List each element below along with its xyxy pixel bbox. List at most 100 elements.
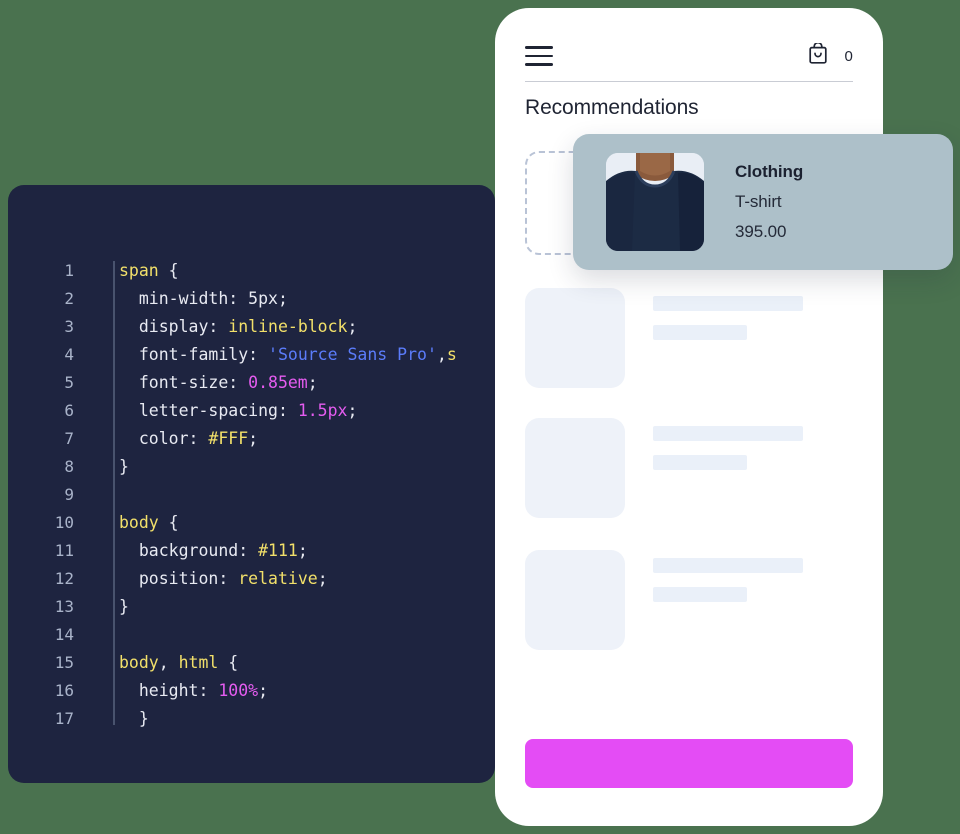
skeleton-line-primary [653,296,803,311]
code-token: 'Source Sans Pro' [268,345,437,364]
skeleton-line-primary [653,426,803,441]
skeleton-thumbnail [525,550,625,650]
code-line-text[interactable]: } [86,593,495,621]
hamburger-menu-icon[interactable] [525,46,553,66]
code-token: ; [297,541,308,560]
code-line-text[interactable]: height: 100%; [86,677,495,705]
code-line-text[interactable]: span { [86,257,495,285]
header-actions: 0 [808,41,853,70]
code-token: 100% [218,681,259,700]
code-line-text[interactable]: body, html { [86,649,495,677]
list-item [525,288,853,388]
skeleton-text-block [653,418,853,470]
line-number: 14 [54,625,74,644]
code-line: 15 body, html { [8,649,495,677]
code-line: 11 background: #111; [8,537,495,565]
code-token: ; [248,429,259,448]
code-token: 1.5px [297,401,348,420]
code-line: 9 [8,481,495,509]
code-line-text[interactable]: letter-spacing: 1.5px; [86,397,495,425]
line-number: 4 [64,345,74,364]
code-token: { [158,261,179,280]
code-token: , [158,653,179,672]
code-line: 8} [8,453,495,481]
code-token: , [436,345,447,364]
code-line-text[interactable]: font-family: 'Source Sans Pro',s [86,341,495,369]
shopping-bag-icon[interactable] [808,41,828,70]
code-token: { [218,653,239,672]
code-token: font-family: [119,345,269,364]
skeleton-line-primary [653,558,803,573]
code-line: 10 body { [8,509,495,537]
line-number: 15 [54,653,74,672]
line-number: 11 [54,541,74,560]
product-name: T-shirt [735,192,782,211]
code-line-text[interactable]: font-size: 0.85em; [86,369,495,397]
code-token: inline-block [228,317,348,336]
code-token: html [178,653,219,672]
product-category: Clothing [735,162,804,181]
code-token: letter-spacing: [119,401,298,420]
hamburger-line-3 [525,63,553,66]
code-token: 5px [248,289,278,308]
code-line: 4 font-family: 'Source Sans Pro',s [8,341,495,369]
code-token: display: [119,317,229,336]
page-title: Recommendations [525,96,699,119]
code-token: 0.85em [248,373,308,392]
line-number: 5 [64,373,74,392]
code-line-text[interactable]: } [86,705,495,733]
code-token: font-size: [119,373,249,392]
product-info: Clothing T-shirt 395.00 [735,162,803,242]
code-line: 13} [8,593,495,621]
code-token: min-width: [119,289,249,308]
skeleton-line-secondary [653,455,747,470]
code-token: ; [258,681,269,700]
line-number: 9 [64,485,74,504]
code-line: 14 [8,621,495,649]
code-line: 12 position: relative; [8,565,495,593]
code-token: { [158,513,179,532]
code-lines-container: 1 span {2 min-width: 5px; 3 display: inlin… [8,257,495,733]
line-number: 7 [64,429,74,448]
code-line: 17 } [8,705,495,733]
line-number: 2 [64,289,74,308]
app-header: 0 [525,30,853,82]
code-line: 5 font-size: 0.85em; [8,369,495,397]
line-number: 1 [64,261,74,280]
code-line: 7 color: #FFF; [8,425,495,453]
line-number: 17 [54,709,74,728]
skeleton-text-block [653,550,853,602]
code-line: 16 height: 100%; [8,677,495,705]
list-item [525,550,853,650]
code-line: 1 span { [8,257,495,285]
list-item [525,418,853,518]
skeleton-text-block [653,288,853,340]
product-thumbnail [606,153,704,251]
code-line-text[interactable]: color: #FFF; [86,425,495,453]
line-number: 3 [64,317,74,336]
code-token: ; [317,569,328,588]
line-number: 8 [64,457,74,476]
code-line-text[interactable]: background: #111; [86,537,495,565]
code-line-text[interactable]: } [86,453,495,481]
code-line-text[interactable]: display: inline-block; [86,313,495,341]
code-line-text[interactable]: min-width: 5px; [86,285,495,313]
code-line: 2 min-width: 5px; [8,285,495,313]
line-number: 13 [54,597,74,616]
code-line-text[interactable]: position: relative; [86,565,495,593]
code-token: } [119,457,129,476]
code-line: 3 display: inline-block; [8,313,495,341]
dragged-product-card[interactable]: Clothing T-shirt 395.00 [573,134,953,270]
skeleton-thumbnail [525,418,625,518]
code-token: #111 [258,541,298,560]
code-token: span [119,261,159,280]
code-token: ; [347,317,358,336]
phone-mockup: 0 Recommendations [495,8,883,826]
code-token: ; [277,289,288,308]
code-editor-panel: 1 span {2 min-width: 5px; 3 display: inlin… [8,185,495,783]
code-token: } [119,709,149,728]
code-line-text[interactable]: body { [86,509,495,537]
phone-screen: 0 Recommendations [495,8,883,826]
primary-cta-button[interactable] [525,739,853,788]
code-line: 6 letter-spacing: 1.5px; [8,397,495,425]
